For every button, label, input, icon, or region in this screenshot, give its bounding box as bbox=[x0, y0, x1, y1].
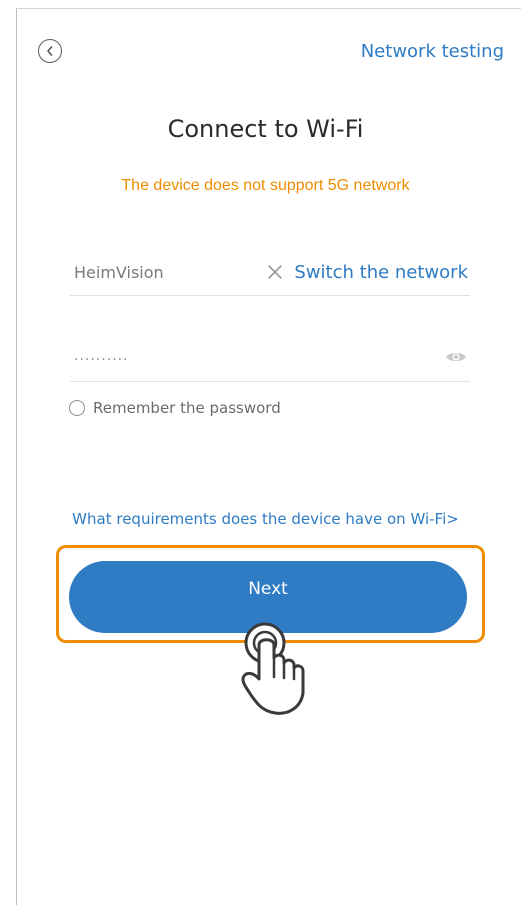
wifi-password-field bbox=[70, 335, 470, 382]
back-button[interactable] bbox=[38, 39, 62, 63]
close-icon[interactable] bbox=[266, 263, 284, 281]
next-button-label: Next bbox=[248, 579, 288, 599]
next-button[interactable]: Next bbox=[69, 561, 467, 633]
remember-radio[interactable] bbox=[69, 400, 85, 416]
eye-icon[interactable] bbox=[444, 349, 468, 365]
network-testing-link[interactable]: Network testing bbox=[361, 41, 504, 62]
remember-password-option[interactable]: Remember the password bbox=[69, 399, 281, 417]
5g-warning-text: The device does not support 5G network bbox=[121, 177, 410, 194]
app-screen: Network testing Connect to Wi-Fi The dev… bbox=[16, 8, 521, 905]
wifi-requirements-link[interactable]: What requirements does the device have o… bbox=[17, 510, 514, 528]
chevron-left-icon bbox=[47, 46, 53, 56]
remember-label: Remember the password bbox=[93, 399, 281, 417]
wifi-ssid-field: HeimVision Switch the network bbox=[70, 249, 470, 296]
password-input[interactable] bbox=[72, 347, 416, 365]
page-title: Connect to Wi-Fi bbox=[167, 115, 364, 143]
ssid-value: HeimVision bbox=[74, 263, 164, 282]
switch-network-link[interactable]: Switch the network bbox=[294, 262, 468, 283]
